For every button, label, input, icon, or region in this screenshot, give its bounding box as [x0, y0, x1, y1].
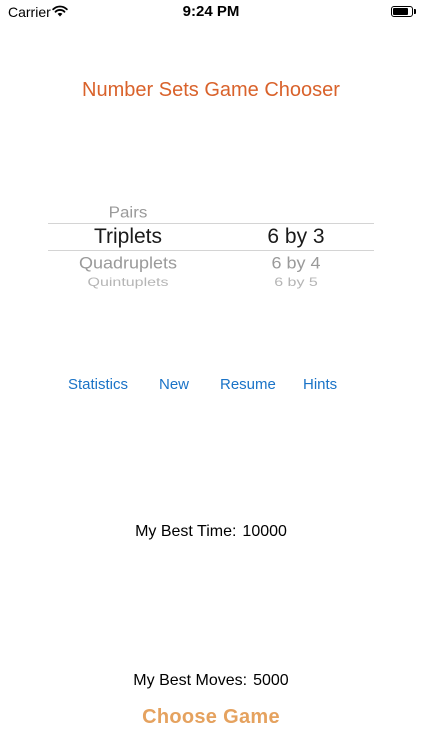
choose-game-button[interactable]: Choose Game — [0, 706, 422, 729]
picker-left-item-selected[interactable]: Triplets — [48, 225, 208, 249]
picker-right-item-selected[interactable]: 6 by 3 — [218, 225, 374, 249]
statistics-button[interactable]: Statistics — [68, 376, 128, 393]
new-game-button[interactable]: New — [159, 376, 189, 393]
best-time-label: My Best Time: — [135, 523, 237, 540]
battery-level — [393, 8, 409, 15]
picker-selection-bottom-line — [48, 250, 374, 251]
picker-left-item[interactable]: Quintuplets — [48, 276, 208, 290]
page-title: Number Sets Game Chooser — [82, 79, 340, 101]
picker-right-item[interactable]: 6 by 4 — [218, 254, 374, 273]
best-moves-label: My Best Moves: — [133, 672, 248, 689]
status-bar: Carrier 9:24 PM — [0, 0, 422, 24]
battery-tip — [414, 9, 416, 14]
best-time: My Best Time: 10000 — [0, 523, 422, 541]
resume-button[interactable]: Resume — [220, 376, 276, 393]
best-moves-value: 5000 — [253, 672, 289, 689]
status-time: 9:24 PM — [182, 3, 240, 20]
battery-icon — [391, 6, 413, 17]
best-time-value: 10000 — [242, 523, 287, 540]
hints-button[interactable]: Hints — [303, 376, 337, 393]
picker-right-item[interactable]: 6 by 5 — [218, 276, 374, 290]
best-moves: My Best Moves: 5000 — [0, 672, 422, 690]
game-picker[interactable]: Pairs Triplets Quadruplets Quintuplets 6… — [48, 196, 374, 292]
picker-selection-top-line — [48, 223, 374, 224]
action-bar: Statistics New Resume Hints — [0, 376, 422, 398]
picker-left-item[interactable]: Pairs — [48, 204, 208, 222]
picker-left-item[interactable]: Quadruplets — [48, 254, 208, 273]
